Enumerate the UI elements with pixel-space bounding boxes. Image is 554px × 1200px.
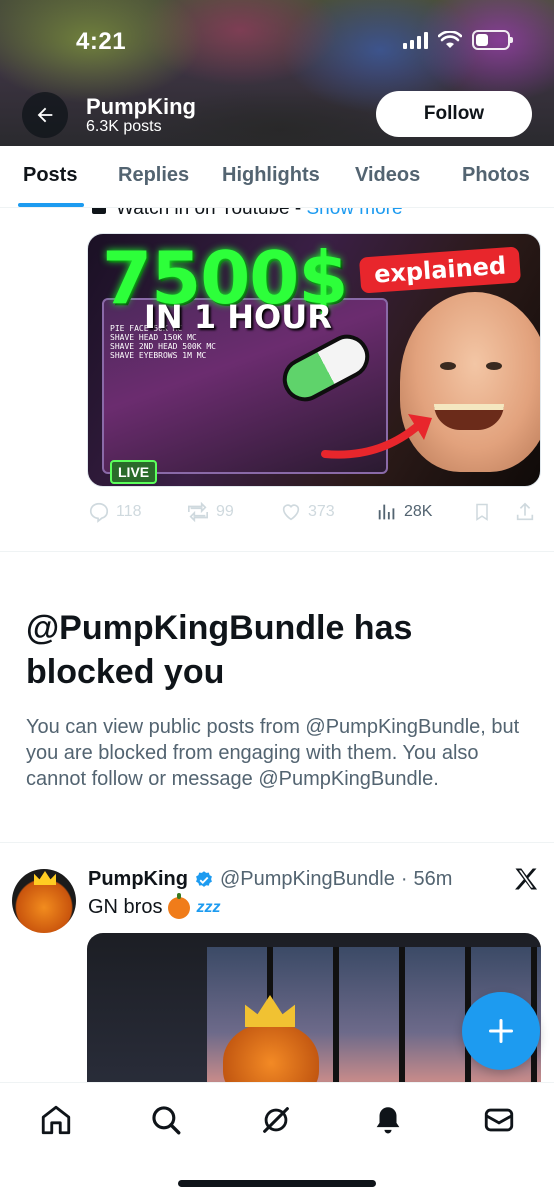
bookmark-button[interactable] xyxy=(472,501,492,523)
author-name[interactable]: PumpKing xyxy=(88,868,188,891)
compose-button[interactable] xyxy=(462,992,540,1070)
tab-photos[interactable]: Photos xyxy=(462,164,530,187)
tab-replies[interactable]: Replies xyxy=(118,164,189,187)
post-text-body: GN bros xyxy=(88,896,163,918)
blocked-title: @PumpKingBundle has blocked you xyxy=(26,609,413,691)
thumbnail-eye xyxy=(440,362,456,370)
reply-button[interactable]: 118 xyxy=(88,501,142,523)
repost-count: 99 xyxy=(216,503,234,520)
video-thumbnail[interactable]: PIE FACE 50K MC SHAVE HEAD 150K MC SHAVE… xyxy=(87,233,541,487)
separator-dot: · xyxy=(400,868,408,890)
tab-videos[interactable]: Videos xyxy=(355,164,420,187)
status-icons xyxy=(403,30,513,50)
home-indicator xyxy=(178,1180,376,1187)
active-tab-indicator xyxy=(18,203,84,207)
thumbnail-arrow xyxy=(321,414,432,459)
search-icon[interactable] xyxy=(149,1103,183,1137)
thumbnail-note: SHAVE 2ND HEAD 500K MC xyxy=(110,342,216,351)
views-icon xyxy=(378,504,395,520)
tab-highlights[interactable]: Highlights xyxy=(222,164,320,187)
blocked-body: You can view public posts from @PumpKing… xyxy=(26,716,520,790)
crown-icon xyxy=(34,871,56,885)
home-icon[interactable] xyxy=(39,1103,73,1137)
avatar[interactable] xyxy=(12,869,76,933)
status-time: 4:21 xyxy=(76,28,127,55)
tv-icon xyxy=(92,208,106,214)
profile-tabs: Posts Replies Highlights Videos Photos xyxy=(0,146,554,208)
thumbnail-eye xyxy=(486,362,502,370)
tab-posts[interactable]: Posts xyxy=(23,164,77,187)
battery-icon xyxy=(472,30,513,50)
pumpkin-emoji-icon xyxy=(168,892,191,919)
wifi-icon xyxy=(438,31,462,48)
zzz-emoji: zzz xyxy=(196,898,221,916)
profile-name: PumpKing xyxy=(86,94,196,119)
blocked-notice: @PumpKingBundle has blocked you You can … xyxy=(26,606,526,792)
author-handle[interactable]: @PumpKingBundle xyxy=(220,868,395,891)
cellular-signal-icon xyxy=(403,31,428,49)
view-count: 28K xyxy=(404,503,433,520)
like-count: 373 xyxy=(308,503,335,520)
verified-badge-icon xyxy=(196,870,212,887)
thumbnail-note: SHAVE EYEBROWS 1M MC xyxy=(110,351,207,360)
grok-icon[interactable] xyxy=(259,1103,293,1137)
profile-header: 4:21 PumpKing 6.3K posts Follow xyxy=(0,0,554,146)
repost-icon xyxy=(188,501,208,523)
back-button[interactable] xyxy=(22,92,68,138)
thumbnail-subline: IN 1 HOUR xyxy=(144,298,332,336)
share-button[interactable] xyxy=(514,501,536,523)
post-text: GN bros zzz xyxy=(88,892,221,919)
bookmark-icon xyxy=(476,503,488,521)
x-logo-icon xyxy=(515,868,538,890)
back-arrow-icon xyxy=(37,107,53,123)
post-text-body: Watch in on Youtube - xyxy=(116,208,307,219)
repost-button[interactable]: 99 xyxy=(186,501,234,523)
plus-icon xyxy=(488,1018,514,1044)
notifications-icon[interactable] xyxy=(371,1103,405,1137)
messages-icon[interactable] xyxy=(482,1103,516,1137)
post-author-line: PumpKing @PumpKingBundle · 56m xyxy=(88,868,452,891)
reply-icon xyxy=(89,502,109,523)
thumbnail-badge: explained xyxy=(358,246,522,294)
like-button[interactable]: 373 xyxy=(280,501,335,523)
show-more-link[interactable]: Show more xyxy=(306,208,402,219)
post-card[interactable]: Watch in on Youtube - Show more PIE FACE… xyxy=(0,208,554,552)
share-icon xyxy=(516,502,534,521)
profile-post-count: 6.3K posts xyxy=(86,118,162,135)
post-time[interactable]: 56m xyxy=(414,868,453,891)
live-badge: LIVE xyxy=(110,460,158,484)
status-bar: 4:21 xyxy=(0,0,554,80)
post-text: Watch in on Youtube - Show more xyxy=(92,208,403,220)
heart-icon xyxy=(282,504,300,521)
post-actions: 118 99 373 28K xyxy=(88,501,538,525)
views-button[interactable]: 28K xyxy=(376,501,432,523)
follow-button[interactable]: Follow xyxy=(376,91,532,137)
reply-count: 118 xyxy=(116,503,142,520)
